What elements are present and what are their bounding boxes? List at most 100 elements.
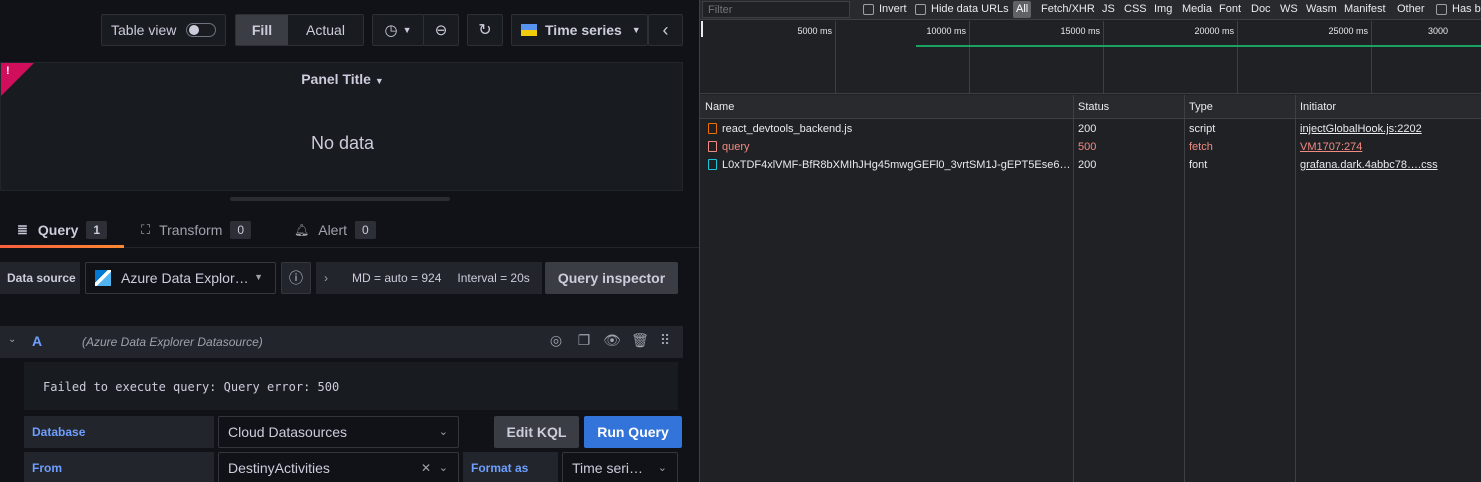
request-name: L0xTDF4xlVMF-BfR8bXMIhJHg45mwgGEFl0_3vrt… [703, 156, 1071, 174]
type-filter-ws[interactable]: WS [1280, 3, 1298, 15]
table-row[interactable]: react_devtools_backend.js 200 script inj… [700, 120, 1481, 138]
timeline-gridline [835, 21, 836, 94]
hide-data-urls-label: Hide data URLs [931, 3, 1009, 15]
max-data-points: MD = auto = 924 [352, 271, 442, 285]
invert-label: Invert [879, 3, 907, 15]
type-filter-all[interactable]: All [1013, 1, 1032, 18]
fill-actual-group: Fill Actual [235, 14, 364, 46]
query-error-message: Failed to execute query: Query error: 50… [24, 362, 678, 410]
format-as-label: Format as [463, 452, 558, 482]
query-options[interactable]: › MD = auto = 924 Interval = 20s [316, 262, 542, 294]
chevron-left-icon: ‹ [662, 19, 669, 40]
request-initiator-link[interactable]: injectGlobalHook.js:2202 [1295, 120, 1481, 138]
type-filter-manifest[interactable]: Manifest [1344, 3, 1386, 15]
table-view-toggle[interactable]: Table view [101, 14, 226, 46]
time-series-icon [521, 24, 537, 36]
request-name-text: react_devtools_backend.js [722, 123, 853, 135]
tab-label: Alert [318, 222, 348, 238]
request-name-text: L0xTDF4xlVMF-BfR8bXMIhJHg45mwgGEFl0_3vrt… [722, 159, 1071, 171]
invert-checkbox[interactable] [863, 4, 874, 15]
azure-data-explorer-logo-icon [95, 270, 111, 286]
has-blocked-label: Has bl [1452, 3, 1481, 15]
tab-alert[interactable]: 🔔︎ Alert 0 [294, 212, 376, 248]
request-type: font [1189, 159, 1208, 171]
eye-icon[interactable]: 👁︎ [603, 332, 621, 350]
tab-query[interactable]: ≣ Query 1 [17, 212, 108, 248]
query-row-header[interactable]: ⌄ A (Azure Data Explorer Datasource) ◎ ❐… [0, 326, 683, 358]
table-row[interactable]: query 500 fetch VM1707:274 [700, 138, 1481, 156]
column-header-status[interactable]: Status [1073, 95, 1184, 119]
panel-resize-handle[interactable] [230, 197, 450, 201]
zoom-out-button[interactable]: ⊖ [423, 14, 459, 46]
data-source-label: Data source [0, 262, 80, 294]
type-filter-doc[interactable]: Doc [1251, 3, 1271, 15]
table-row[interactable]: L0xTDF4xlVMF-BfR8bXMIhJHg45mwgGEFl0_3vrt… [700, 156, 1481, 174]
chevron-down-icon: ▼ [631, 25, 641, 35]
timeline-tick-label: 20000 ms [1194, 26, 1234, 36]
type-filter-media[interactable]: Media [1182, 3, 1212, 15]
type-filter-fetch-xhr[interactable]: Fetch/XHR [1041, 3, 1095, 15]
type-filter-font[interactable]: Font [1219, 3, 1241, 15]
refresh-button[interactable]: ↻ [467, 14, 503, 46]
hide-data-urls-checkbox[interactable] [915, 4, 926, 15]
fill-button[interactable]: Fill [236, 15, 288, 45]
edit-kql-button[interactable]: Edit KQL [494, 416, 579, 448]
timeline-cursor [701, 21, 703, 37]
toggle-switch[interactable] [186, 23, 217, 37]
run-query-button[interactable]: Run Query [584, 416, 682, 448]
zoom-out-icon: ⊖ [434, 22, 448, 39]
chevron-down-icon: ⌄ [438, 426, 448, 438]
database-select[interactable]: Cloud Datasources ⌄ [218, 416, 459, 448]
clear-icon[interactable]: ✕ [421, 461, 431, 475]
chevron-down-icon: ▼ [374, 76, 384, 86]
column-header-name[interactable]: Name [700, 95, 1073, 119]
chevron-down-icon: ▼ [254, 272, 263, 282]
query-letter[interactable]: A [32, 333, 42, 349]
tab-count-badge: 1 [86, 221, 108, 239]
has-blocked-checkbox[interactable] [1436, 4, 1447, 15]
collapse-options-button[interactable]: ‹ [648, 14, 683, 46]
request-initiator-link[interactable]: VM1707:274 [1295, 138, 1481, 156]
request-type: script [1189, 123, 1216, 135]
tab-transform[interactable]: ⛶ Transform 0 [141, 212, 252, 248]
from-value: DestinyActivities [228, 460, 330, 476]
clock-icon: ◷ [384, 22, 398, 39]
transform-icon: ⛶ [141, 222, 151, 237]
type-filter-img[interactable]: Img [1154, 3, 1172, 15]
query-help-icon[interactable]: ◎ [547, 332, 565, 350]
data-source-help-button[interactable]: ⓘ [281, 262, 311, 294]
timeline-gridline [1371, 21, 1372, 94]
database-value: Cloud Datasources [228, 424, 348, 440]
tab-label: Transform [159, 222, 223, 238]
type-filter-js[interactable]: JS [1102, 3, 1115, 15]
filter-input[interactable] [702, 1, 850, 18]
request-initiator-link[interactable]: grafana.dark.4abbc78….css [1295, 156, 1481, 174]
network-timeline-overview[interactable]: 5000 ms 10000 ms 15000 ms 20000 ms 25000… [700, 21, 1481, 94]
database-icon: ≣ [17, 222, 28, 237]
trash-icon[interactable]: 🗑︎ [631, 332, 649, 350]
panel-title[interactable]: Panel Title ▼ [1, 71, 684, 87]
actual-button[interactable]: Actual [288, 15, 363, 45]
data-source-picker[interactable]: Azure Data Explor… ▼ [85, 262, 276, 294]
time-picker-button[interactable]: ◷ ▼ [372, 14, 424, 46]
from-select[interactable]: DestinyActivities ✕ ⌄ [218, 452, 459, 482]
request-name-text: query [722, 141, 750, 153]
database-label: Database [24, 416, 214, 448]
duplicate-icon[interactable]: ❐ [575, 332, 593, 350]
column-header-type[interactable]: Type [1184, 95, 1295, 119]
table-view-label: Table view [111, 22, 177, 38]
chevron-down-icon: ▼ [402, 25, 412, 35]
type-filter-wasm[interactable]: Wasm [1306, 3, 1337, 15]
column-header-initiator[interactable]: Initiator [1295, 95, 1481, 119]
query-inspector-button[interactable]: Query inspector [545, 262, 678, 294]
type-filter-other[interactable]: Other [1397, 3, 1425, 15]
tab-count-badge: 0 [355, 221, 376, 239]
grafana-panel-editor: Table view Fill Actual ◷ ▼ ⊖ ↻ Time seri… [0, 0, 699, 482]
format-as-value: Time seri… [572, 460, 644, 476]
question-circle-icon: ⓘ [289, 270, 303, 286]
type-filter-css[interactable]: CSS [1124, 3, 1147, 15]
visualization-picker[interactable]: Time series ▼ [511, 14, 648, 46]
format-as-select[interactable]: Time seri… ⌄ [562, 452, 678, 482]
drag-handle-icon[interactable]: ⠿ [656, 332, 674, 350]
bell-icon: 🔔︎ [294, 223, 310, 237]
